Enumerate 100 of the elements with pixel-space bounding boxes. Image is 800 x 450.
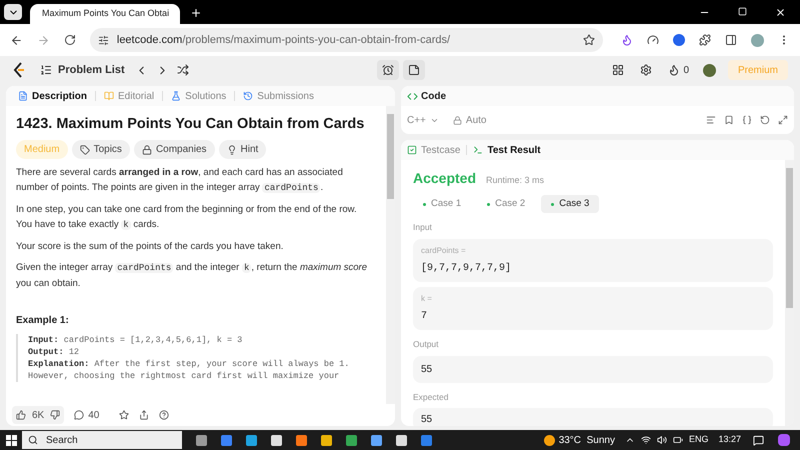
note-icon <box>408 64 420 76</box>
browser-tab[interactable]: Maximum Points You Can Obtai <box>30 4 180 24</box>
braces-icon[interactable] <box>742 115 752 125</box>
star-icon[interactable] <box>583 34 596 46</box>
terminal-icon <box>473 145 484 155</box>
param-value: [9,7,7,9,7,7,9] <box>421 262 512 276</box>
notes-button[interactable] <box>402 60 425 80</box>
taskbar-app-icon[interactable] <box>196 434 207 446</box>
lock-icon <box>142 144 152 154</box>
output-label: Output <box>413 338 440 350</box>
scrollbar[interactable] <box>386 106 395 404</box>
flame-icon[interactable] <box>668 64 680 76</box>
description-paragraph: Your score is the sum of the points of the cards you have taken. <box>16 240 284 254</box>
lock-icon <box>452 116 462 124</box>
panel-tab[interactable]: Test Result <box>473 142 541 158</box>
code-icon <box>407 90 418 102</box>
lightbulb-icon <box>226 144 237 154</box>
tab-icon <box>243 91 254 101</box>
close-icon[interactable] <box>775 7 786 18</box>
example-title: Example 1: <box>16 314 70 328</box>
mode-label: Auto <box>466 114 486 128</box>
notification-icon[interactable] <box>753 434 764 446</box>
case-tab[interactable]: Case 1 <box>413 195 472 213</box>
runtime-label: Runtime: 3 ms <box>486 174 544 187</box>
example-block: Input: cardPoints = [1,2,3,4,5,6,1], k = 3 Output: 12 Explanation: After the first step, your score will always be 1. However, choosing the rightmost card first will maximize your <box>16 334 376 382</box>
param-name: k = <box>421 292 433 305</box>
reload-icon[interactable] <box>64 34 76 46</box>
streak-count: 0 <box>683 64 689 78</box>
alarm-clock-icon <box>382 64 394 76</box>
taskbar-app-icon[interactable] <box>246 434 257 446</box>
side-panel-icon[interactable] <box>725 34 738 46</box>
star-icon[interactable] <box>119 410 130 420</box>
case-tab[interactable]: Case 2 <box>477 195 536 213</box>
panel-tab[interactable]: Description <box>14 88 92 104</box>
taskbar-app-icon[interactable] <box>396 434 407 446</box>
param-name: cardPoints = <box>421 244 467 257</box>
weather-text: 33°C Sunny <box>558 434 615 448</box>
clock-time[interactable]: 13:27 <box>718 433 741 447</box>
help-icon[interactable] <box>159 410 170 420</box>
taskbar-search-field[interactable]: Search <box>22 431 182 449</box>
search-placeholder: Search <box>46 434 78 448</box>
tab-icon <box>18 91 28 101</box>
taskbar-app-icon[interactable] <box>346 434 357 446</box>
expand-icon[interactable] <box>778 115 788 125</box>
flame-icon[interactable] <box>621 34 634 46</box>
tab-icon <box>171 91 182 101</box>
param-value: 7 <box>421 310 428 324</box>
topics-button[interactable]: Topics <box>72 140 130 159</box>
comment-icon[interactable] <box>74 410 84 420</box>
layout-icon[interactable] <box>612 64 624 76</box>
output-value: 55 <box>413 356 773 382</box>
like-count: 6K <box>32 408 44 422</box>
volume-icon[interactable] <box>656 435 667 445</box>
case-tab[interactable]: Case 3 <box>541 195 600 213</box>
sun-icon <box>544 434 555 446</box>
back-icon[interactable] <box>10 34 23 46</box>
leetcode-logo-icon[interactable] <box>12 62 26 78</box>
tab-list-button[interactable] <box>4 4 22 20</box>
search-icon <box>28 435 38 445</box>
share-icon[interactable] <box>139 410 150 420</box>
checkbox-icon <box>407 145 417 155</box>
url-text: leetcode.com/problems/maximum-points-you-can-obtain-from-cards/ <box>116 32 452 48</box>
new-tab-icon[interactable] <box>190 7 202 19</box>
reset-icon[interactable] <box>760 115 770 125</box>
address-field[interactable]: leetcode.com/problems/maximum-points-you-can-obtain-from-cards/ <box>90 28 604 52</box>
companies-button[interactable]: Companies <box>134 140 215 159</box>
format-icon[interactable] <box>706 115 716 125</box>
shuffle-icon[interactable] <box>176 64 189 76</box>
bookmark-icon[interactable] <box>724 115 734 125</box>
list-icon <box>40 64 52 76</box>
taskbar-app-icon[interactable] <box>271 434 282 446</box>
taskbar-app-icon[interactable] <box>296 434 307 446</box>
language-select[interactable]: C++ <box>407 112 439 128</box>
problem-title: 1423. Maximum Points You Can Obtain from Cards <box>16 115 366 134</box>
copilot-icon[interactable] <box>778 434 790 446</box>
thumbs-down-icon[interactable] <box>50 410 60 420</box>
thumbs-up-icon[interactable] <box>16 410 26 420</box>
gauge-icon[interactable] <box>647 34 660 46</box>
hint-button[interactable]: Hint <box>218 140 266 159</box>
taskbar-app-icon[interactable] <box>321 434 332 446</box>
tab-icon <box>104 91 114 101</box>
user-avatar[interactable] <box>703 64 716 76</box>
scrollbar[interactable] <box>785 160 794 426</box>
battery-icon[interactable] <box>672 435 683 445</box>
problem-list-button[interactable]: Problem List <box>40 62 125 78</box>
difficulty-badge: Medium <box>16 140 68 159</box>
puzzle-icon[interactable] <box>699 34 712 46</box>
taskbar-app-icon[interactable] <box>371 434 382 446</box>
language-indicator[interactable]: ENG <box>688 433 708 447</box>
wifi-icon[interactable] <box>640 435 651 445</box>
timer-button[interactable] <box>376 60 399 80</box>
restore-icon[interactable] <box>738 7 747 16</box>
site-settings-icon[interactable] <box>98 34 109 46</box>
description-paragraph: There are several cards arranged in a row, and each card has an associated number of points. The points are given in the integer array cardPoints . <box>16 166 344 195</box>
result-status: Accepted <box>413 169 476 188</box>
description-paragraph: In one step, you can take one card from the beginning or from the end of the row. You have to take exactly k cards. <box>16 203 358 232</box>
tab-title: Maximum Points You Can Obtai <box>42 7 170 20</box>
expected-value: 55 <box>413 408 773 426</box>
settings-icon[interactable] <box>640 64 652 76</box>
extension-icon[interactable] <box>673 34 686 46</box>
